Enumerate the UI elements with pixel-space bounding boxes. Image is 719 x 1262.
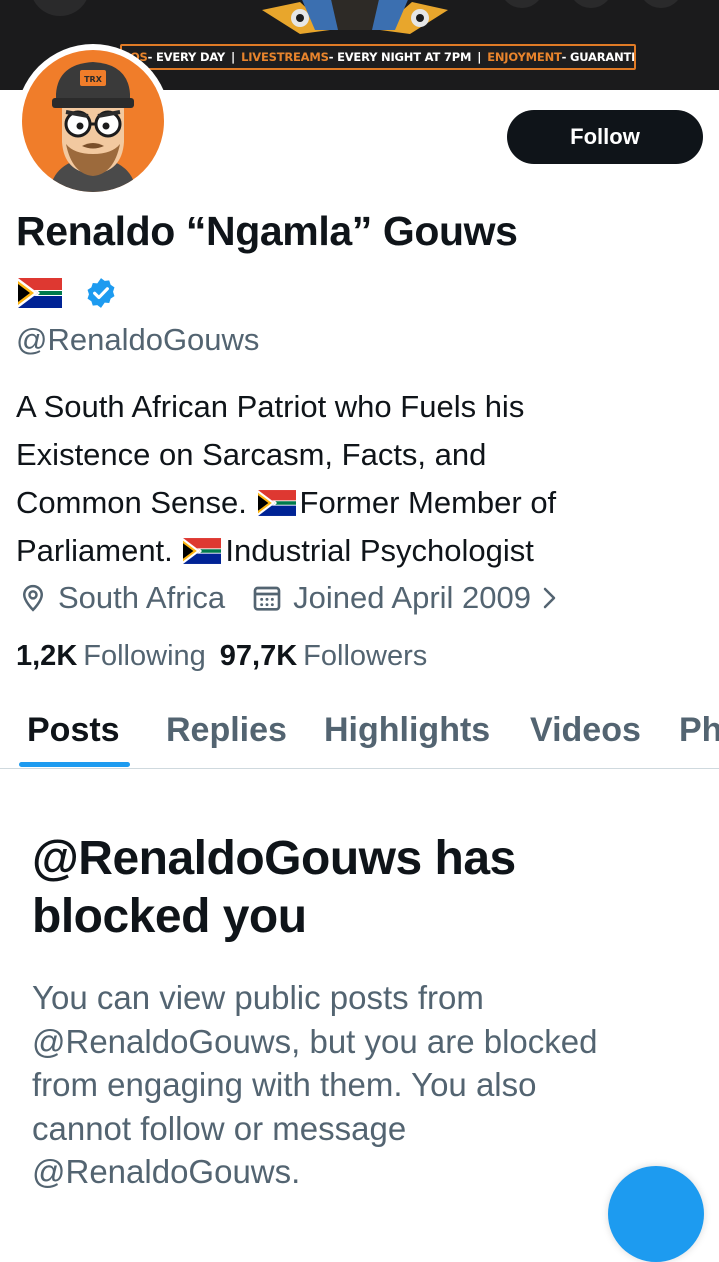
chevron-right-icon[interactable] (537, 583, 561, 613)
profile-tabs: Posts Replies Highlights Videos Ph (0, 700, 719, 769)
bio-line: Parliament. Industrial Psychologist (16, 527, 706, 575)
active-tab-indicator (19, 762, 130, 767)
bio-line: A South African Patriot who Fuels his (16, 389, 525, 424)
tagline-text: - EVERY DAY (147, 50, 226, 64)
followers-label: Followers (303, 640, 428, 672)
blocked-description: You can view public posts from @RenaldoG… (32, 976, 702, 1194)
banner-tagline: VIDEOS - EVERY DAY | LIVESTREAMS - EVERY… (120, 44, 636, 70)
compose-fab-button[interactable] (608, 1166, 704, 1262)
location-text: South Africa (58, 580, 226, 615)
blocked-title-line: blocked you (32, 890, 307, 943)
tab-videos[interactable]: Videos (530, 711, 641, 750)
avatar-illustration: TRX (22, 50, 164, 192)
blocked-title: @RenaldoGouws has blocked you (32, 830, 692, 946)
profile-avatar[interactable]: TRX (16, 44, 170, 198)
blocked-description-line: @RenaldoGouws. (32, 1153, 301, 1190)
bio-text: Parliament. (16, 533, 173, 568)
blocked-title-line: @RenaldoGouws has (32, 832, 516, 885)
tagline-highlight: LIVESTREAMS (241, 50, 329, 64)
profile-stats: 1,2K Following 97,7K Followers (16, 640, 441, 673)
blocked-description-line: You can view public posts from (32, 979, 484, 1016)
south-africa-flag-icon (183, 538, 222, 564)
calendar-icon (253, 586, 281, 611)
tagline-text: - GUARANTEED (561, 50, 634, 64)
bio-text: Common Sense. (16, 485, 247, 520)
tab-replies[interactable]: Replies (166, 711, 287, 750)
blocked-description-line: @RenaldoGouws, but you are blocked (32, 1022, 598, 1060)
profile-name: Renaldo “Ngamla” Gouws (16, 208, 518, 254)
tagline-text: - EVERY NIGHT AT 7PM (328, 50, 472, 64)
bio-text: Former Member of (299, 485, 557, 520)
following-count: 1,2K (16, 640, 78, 672)
followers-count: 97,7K (219, 640, 298, 672)
tagline-separator: | (477, 50, 482, 64)
profile-bio: A South African Patriot who Fuels his Ex… (16, 383, 706, 575)
joined-text: Joined April 2009 (293, 580, 531, 615)
profile-meta: South Africa Joined April 2009 (18, 580, 561, 616)
tab-posts[interactable]: Posts (27, 711, 120, 750)
bio-line: Existence on Sarcasm, Facts, and (16, 437, 487, 472)
name-badges (18, 276, 118, 310)
south-africa-flag-icon (18, 278, 62, 308)
following-label: Following (83, 640, 206, 672)
tab-highlights[interactable]: Highlights (324, 711, 490, 750)
blocked-description-line: from engaging with them. You also (32, 1066, 537, 1103)
tagline-separator: | (231, 50, 236, 64)
verified-badge-icon[interactable] (84, 276, 118, 310)
location-pin-icon (22, 584, 44, 612)
location-item: South Africa (18, 580, 225, 616)
bio-line: Common Sense. Former Member of (16, 479, 706, 527)
south-africa-flag-icon (257, 490, 296, 516)
avatar-cap-text: TRX (84, 75, 103, 84)
follow-button[interactable]: Follow (507, 110, 703, 164)
following-link[interactable]: 1,2K Following (16, 640, 206, 673)
bio-text: Industrial Psychologist (225, 533, 534, 568)
followers-link[interactable]: 97,7K Followers (220, 640, 427, 673)
tagline-highlight: ENJOYMENT (487, 50, 562, 64)
joined-item[interactable]: Joined April 2009 (251, 580, 561, 616)
tab-photos[interactable]: Ph (679, 711, 719, 750)
blocked-description-line: cannot follow or message (32, 1109, 407, 1147)
profile-handle: @RenaldoGouws (16, 322, 260, 357)
